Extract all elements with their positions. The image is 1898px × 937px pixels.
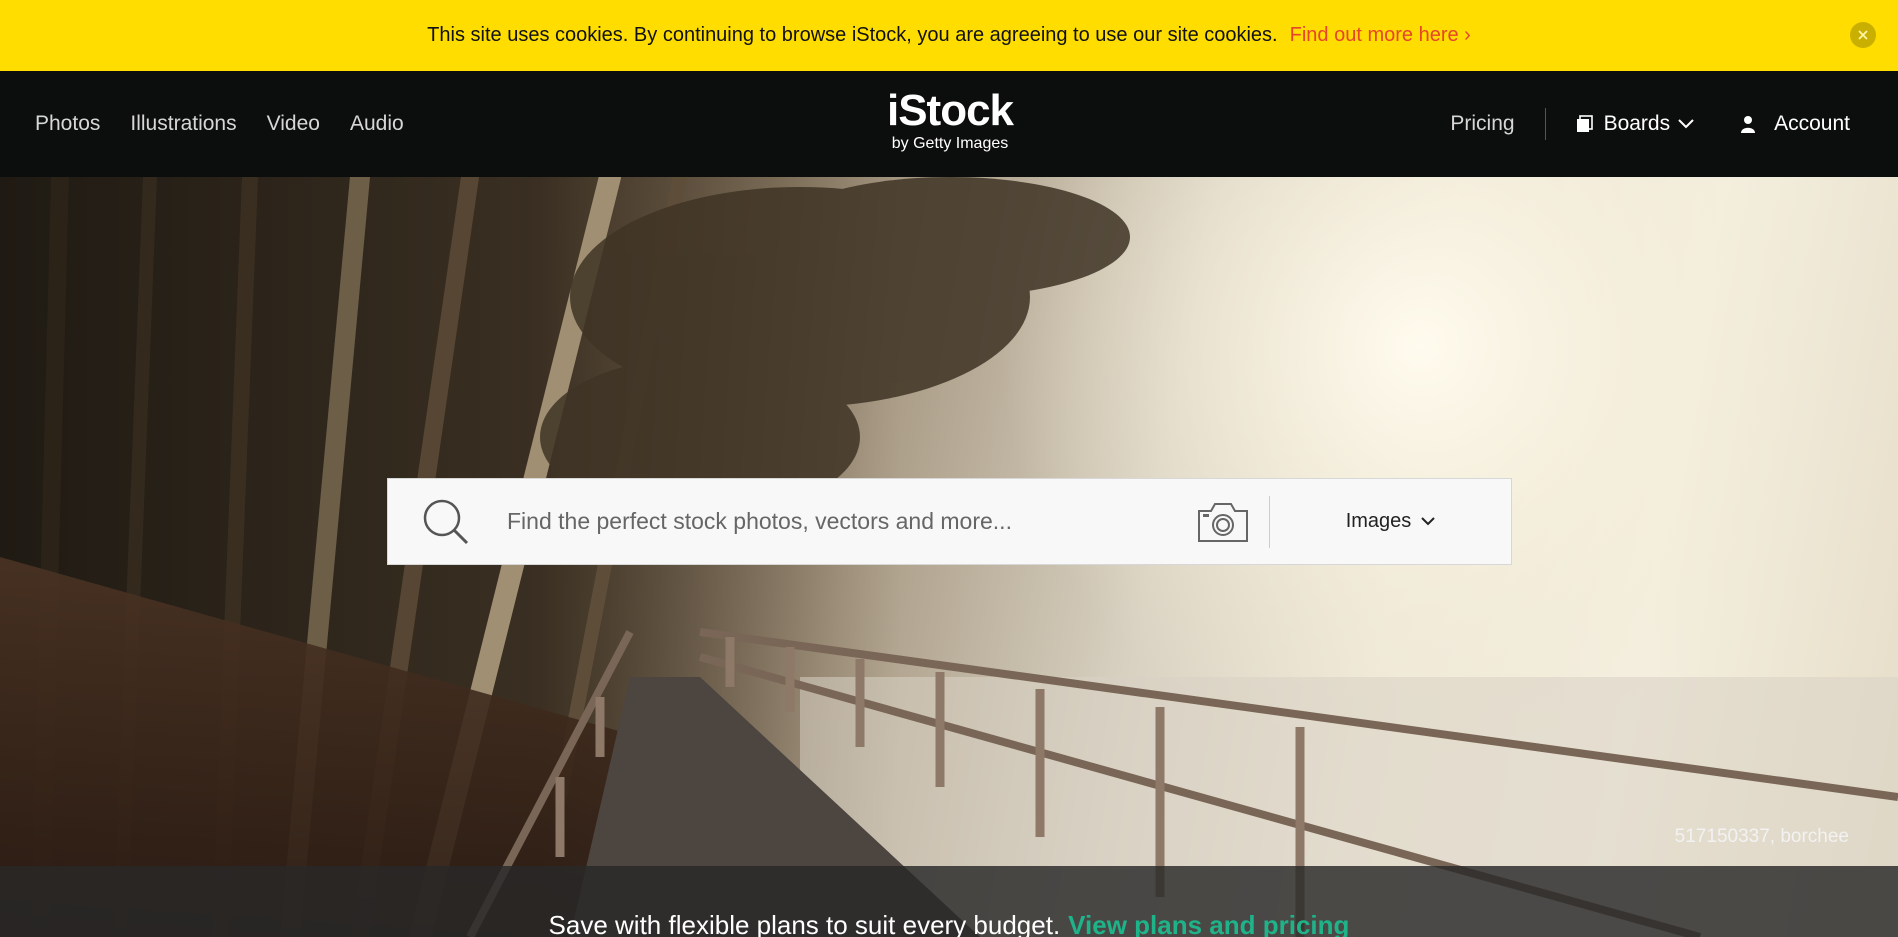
nav-divider (1544, 108, 1546, 140)
site-header: Photos Illustrations Video Audio iStock … (0, 71, 1898, 177)
search-input[interactable] (507, 501, 1187, 542)
search-icon[interactable] (421, 497, 471, 547)
logo-sub: by Getty Images (891, 135, 1009, 152)
promo-bar: Save with flexible plans to suit every b… (0, 866, 1898, 937)
chevron-down-icon (1421, 517, 1436, 526)
view-plans-link[interactable]: View plans and pricing (1068, 910, 1349, 937)
account-label: Account (1774, 112, 1850, 135)
nav-photos[interactable]: Photos (35, 112, 100, 136)
media-type-label: Images (1345, 510, 1412, 532)
account-menu[interactable]: Account (1740, 112, 1850, 136)
camera-icon[interactable] (1197, 501, 1249, 543)
search-bar: Images (387, 478, 1512, 565)
primary-nav: Photos Illustrations Video Audio (35, 71, 404, 177)
boards-icon (1576, 115, 1593, 132)
cookie-more-link[interactable]: Find out more here › (1290, 24, 1471, 47)
logo-brand: iStock (886, 86, 1014, 135)
nav-pricing[interactable]: Pricing (1450, 112, 1514, 136)
media-type-dropdown[interactable]: Images (1270, 510, 1511, 533)
cookie-close-button[interactable] (1850, 22, 1876, 48)
promo-text: Save with flexible plans to suit every b… (548, 910, 1061, 937)
close-icon (1858, 30, 1868, 40)
photo-credit: 517150337, borchee (1674, 826, 1849, 847)
nav-illustrations[interactable]: Illustrations (130, 112, 236, 136)
chevron-down-icon (1678, 119, 1694, 129)
cookie-banner: This site uses cookies. By continuing to… (0, 0, 1898, 71)
boards-label: Boards (1603, 112, 1671, 135)
user-icon (1741, 116, 1756, 133)
nav-video[interactable]: Video (267, 112, 320, 136)
boards-menu[interactable]: Boards (1576, 112, 1695, 136)
nav-audio[interactable]: Audio (350, 112, 404, 136)
cookie-message: This site uses cookies. By continuing to… (427, 24, 1278, 46)
account-nav: Pricing Boards Account (1450, 71, 1850, 177)
istock-logo[interactable]: iStock by Getty Images (880, 89, 1020, 161)
